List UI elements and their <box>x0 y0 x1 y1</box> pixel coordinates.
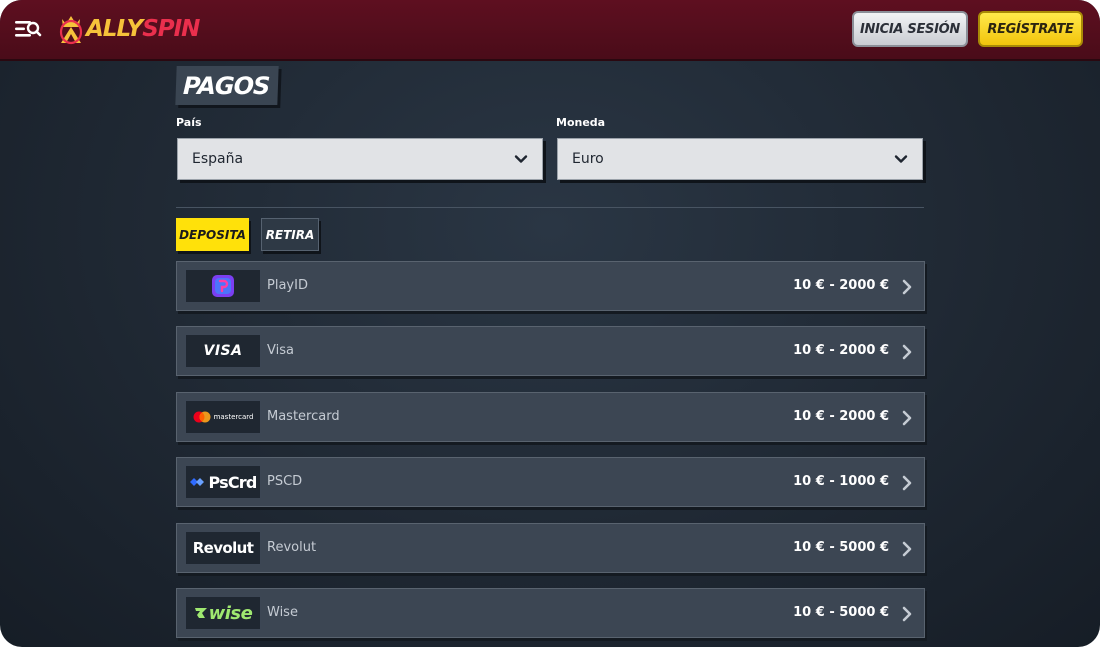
visa-logo: VISA <box>185 334 261 368</box>
payment-method-name: PSCD <box>267 474 303 489</box>
page-title-wrap: PAGOS <box>175 66 280 105</box>
country-select[interactable]: España <box>177 138 543 180</box>
payment-method-row[interactable]: VISA Visa 10 € - 2000 € <box>176 326 925 376</box>
login-button[interactable]: INICIA SESIÓN <box>852 11 968 47</box>
mastercard-circles-icon <box>193 411 211 423</box>
country-select-value: España <box>192 151 244 167</box>
payment-method-range: 10 € - 5000 € <box>793 540 889 555</box>
menu-search-icon[interactable] <box>14 16 42 42</box>
payment-method-row[interactable]: PlayID 10 € - 2000 € <box>176 261 925 311</box>
payment-method-range: 10 € - 2000 € <box>793 409 889 424</box>
mastercard-logo: mastercard <box>185 400 261 434</box>
payment-method-range: 10 € - 2000 € <box>793 278 889 293</box>
brand-name: ALLYSPIN <box>86 16 200 42</box>
payment-method-range: 10 € - 5000 € <box>793 605 889 620</box>
payment-method-name: Visa <box>267 343 294 358</box>
chevron-right-icon <box>902 410 912 426</box>
section-divider <box>176 207 924 208</box>
tab-deposit[interactable]: DEPOSITA <box>176 218 249 251</box>
top-header: ALLYSPIN INICIA SESIÓN REGÍSTRATE <box>0 0 1100 61</box>
chevron-right-icon <box>902 606 912 622</box>
payment-method-row[interactable]: Revolut Revolut 10 € - 5000 € <box>176 523 925 573</box>
country-label: País <box>176 116 202 129</box>
page-title: PAGOS <box>175 66 280 105</box>
payment-method-row[interactable]: PsCrd PSCD 10 € - 1000 € <box>176 457 925 507</box>
pscd-logo-text: PsCrd <box>208 472 257 492</box>
chevron-right-icon <box>902 344 912 360</box>
brand-name-spin: SPIN <box>142 16 200 42</box>
playid-logo <box>185 269 261 303</box>
payment-method-name: PlayID <box>267 278 308 293</box>
register-button[interactable]: REGÍSTRATE <box>978 11 1083 47</box>
chevron-down-icon <box>894 155 908 163</box>
payment-method-row[interactable]: mastercard Mastercard 10 € - 2000 € <box>176 392 925 442</box>
crown-emblem-icon <box>59 16 83 45</box>
payment-method-name: Mastercard <box>267 409 340 424</box>
payment-method-name: Revolut <box>267 540 317 555</box>
payment-method-range: 10 € - 2000 € <box>793 343 889 358</box>
brand-name-ally: ALLY <box>86 16 143 42</box>
payment-method-name: Wise <box>267 605 298 620</box>
revolut-logo: Revolut <box>185 531 261 565</box>
chevron-down-icon <box>514 155 528 163</box>
payment-method-row[interactable]: wise Wise 10 € - 5000 € <box>176 588 925 638</box>
currency-select[interactable]: Euro <box>557 138 923 180</box>
wise-flag-icon <box>194 608 207 618</box>
revolut-logo-text: Revolut <box>192 539 254 557</box>
currency-label: Moneda <box>556 116 606 129</box>
brand-logo[interactable]: ALLYSPIN <box>58 12 200 46</box>
payment-method-range: 10 € - 1000 € <box>793 474 889 489</box>
mastercard-logo-text: mastercard <box>213 413 254 421</box>
chevron-right-icon <box>902 541 912 557</box>
pscd-diamond-icon <box>190 478 205 486</box>
wise-logo: wise <box>185 596 261 630</box>
chevron-right-icon <box>902 475 912 491</box>
currency-select-value: Euro <box>572 151 604 167</box>
visa-logo-text: VISA <box>203 343 243 359</box>
wise-logo-text: wise <box>208 602 253 624</box>
playid-logo-icon <box>212 275 234 297</box>
chevron-right-icon <box>902 279 912 295</box>
app-frame: ALLYSPIN INICIA SESIÓN REGÍSTRATE PAGOS … <box>0 0 1100 647</box>
pscd-logo: PsCrd <box>185 465 261 499</box>
tab-withdraw[interactable]: RETIRA <box>261 218 319 251</box>
